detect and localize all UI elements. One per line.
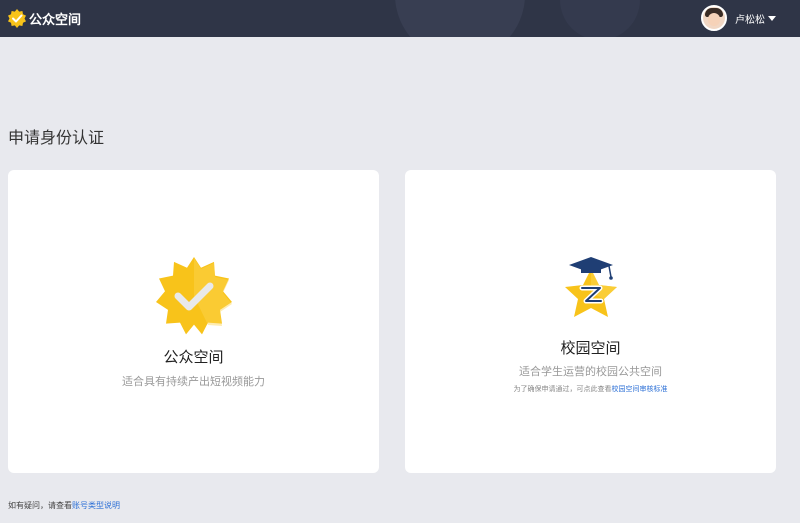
review-standard-link[interactable]: 校园空间审核标准	[612, 385, 668, 393]
card-note: 为了确保申请通过，可点此查看校园空间审核标准	[405, 384, 776, 394]
user-menu[interactable]: 卢松松	[701, 3, 800, 33]
card-description: 适合学生运营的校园公共空间	[519, 365, 662, 378]
campus-star-icon	[565, 257, 617, 317]
card-description: 适合具有持续产出短视频能力	[122, 375, 265, 388]
footer-help: 如有疑问，请查看账号类型说明	[8, 500, 120, 511]
header-decoration	[395, 0, 525, 37]
top-bar: 公众空间 卢松松	[0, 0, 800, 37]
card-title: 校园空间	[560, 339, 621, 357]
note-text: 为了确保申请通过，可点此查看	[513, 385, 612, 393]
account-type-link[interactable]: 账号类型说明	[72, 501, 120, 510]
avatar[interactable]	[701, 5, 727, 31]
caret-down-icon[interactable]	[768, 15, 776, 21]
username[interactable]: 卢松松	[735, 11, 765, 26]
header-decoration	[560, 0, 640, 37]
verified-badge-icon	[156, 256, 232, 335]
help-text: 如有疑问，请查看	[8, 501, 72, 510]
brand-logo[interactable]: 公众空间	[7, 7, 81, 29]
public-space-card[interactable]: 公众空间 适合具有持续产出短视频能力	[8, 170, 379, 473]
brand-badge-icon	[8, 9, 26, 28]
campus-space-card[interactable]: 校园空间 适合学生运营的校园公共空间 为了确保申请通过，可点此查看校园空间审核标…	[405, 170, 776, 473]
app-name: 公众空间	[29, 12, 82, 28]
card-title: 公众空间	[163, 348, 224, 366]
page-title: 申请身份认证	[8, 128, 105, 147]
